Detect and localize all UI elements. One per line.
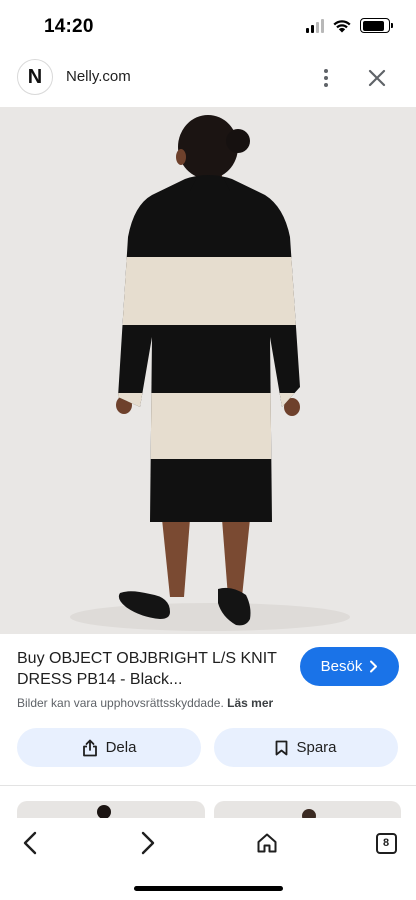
status-time: 14:20 bbox=[44, 16, 94, 37]
bookmark-icon bbox=[276, 740, 288, 755]
visit-button[interactable]: Besök bbox=[300, 647, 399, 686]
visit-button-label: Besök bbox=[320, 658, 363, 675]
related-image-thumbnail[interactable] bbox=[17, 801, 205, 819]
tab-count: 8 bbox=[375, 832, 397, 854]
battery-level bbox=[362, 20, 384, 31]
product-title[interactable]: Buy OBJECT OBJBRIGHT L/S KNIT DRESS PB14… bbox=[17, 648, 287, 690]
share-button[interactable]: Dela bbox=[17, 728, 201, 767]
site-name[interactable]: Nelly.com bbox=[66, 68, 131, 85]
product-image[interactable] bbox=[0, 107, 416, 634]
cellular-signal-icon bbox=[306, 18, 324, 33]
related-image-thumbnail[interactable] bbox=[213, 801, 401, 819]
dress-model-illustration bbox=[0, 107, 416, 634]
home-icon[interactable] bbox=[250, 826, 284, 860]
close-icon[interactable] bbox=[364, 65, 390, 91]
forward-icon[interactable] bbox=[131, 826, 165, 860]
share-icon bbox=[82, 739, 97, 756]
more-vertical-icon[interactable] bbox=[316, 66, 336, 90]
copyright-text: Bilder kan vara upphovsrättsskyddade. bbox=[17, 696, 224, 710]
tabs-icon[interactable]: 8 bbox=[369, 826, 403, 860]
browser-toolbar: 8 bbox=[0, 818, 416, 900]
share-button-label: Dela bbox=[105, 739, 137, 756]
home-indicator bbox=[134, 886, 283, 891]
read-more-link[interactable]: Läs mer bbox=[227, 696, 273, 710]
save-button[interactable]: Spara bbox=[214, 728, 398, 767]
save-button-label: Spara bbox=[296, 739, 337, 756]
status-icons bbox=[306, 18, 393, 33]
site-header: N Nelly.com bbox=[0, 56, 416, 100]
site-logo[interactable]: N bbox=[17, 59, 53, 95]
copyright-notice: Bilder kan vara upphovsrättsskyddade. Lä… bbox=[17, 696, 273, 710]
chevron-right-icon bbox=[370, 660, 378, 673]
wifi-icon bbox=[333, 20, 351, 33]
divider bbox=[0, 785, 416, 786]
back-icon[interactable] bbox=[13, 826, 47, 860]
related-images-row bbox=[17, 801, 401, 819]
status-bar: 14:20 bbox=[0, 0, 416, 52]
battery-icon bbox=[360, 18, 393, 33]
